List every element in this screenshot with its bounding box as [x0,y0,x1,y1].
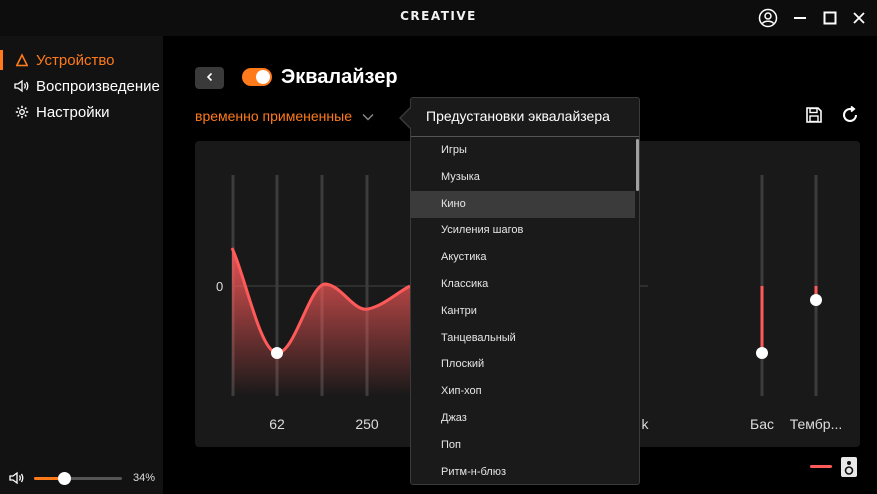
speaker-device-icon[interactable] [841,457,857,477]
preset-item[interactable]: Кино [411,190,635,218]
preset-item[interactable]: Поп [411,432,635,459]
preset-item[interactable]: Акустика [411,244,635,271]
band-label: k [641,416,649,432]
preset-item[interactable]: Игры [411,137,635,164]
band-thumb[interactable] [271,347,283,359]
presets-popup: Предустановки эквалайзера Игры Музыка Кино… [410,97,640,485]
scrollbar[interactable] [636,139,639,191]
preset-item[interactable]: Хип-хоп [411,378,635,405]
preset-item[interactable]: Джаз [411,405,635,432]
band-label: 62 [269,416,285,432]
output-indicator [810,465,832,468]
preset-item[interactable]: Усиления шагов [411,217,635,244]
bass-label: Бас [750,416,774,432]
preset-item[interactable]: Плоский [411,351,635,378]
band-label: 250 [355,416,379,432]
treble-thumb[interactable] [810,294,822,306]
preset-item[interactable]: Кантри [411,298,635,325]
popup-title: Предустановки эквалайзера [426,108,610,124]
preset-item[interactable]: Ритм-н-блюз [411,459,635,486]
preset-item[interactable]: Классика [411,271,635,298]
treble-label: Тембр... [789,416,843,432]
bass-thumb[interactable] [756,347,768,359]
popup-arrow-inner [401,108,411,128]
zero-label: 0 [216,279,224,294]
preset-item[interactable]: Танцевальный [411,325,635,352]
preset-item[interactable]: Музыка [411,164,635,191]
